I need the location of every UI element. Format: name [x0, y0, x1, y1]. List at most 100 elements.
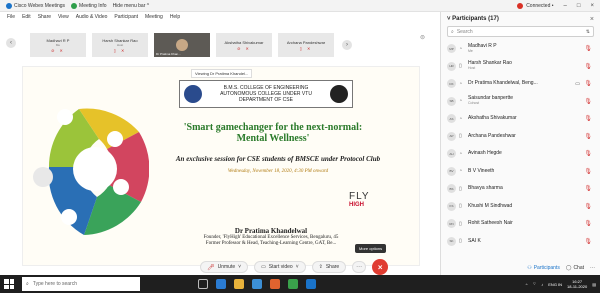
more-icon[interactable]: ⋯ — [590, 265, 595, 271]
clock[interactable]: 16:27 18-11-2020 — [567, 279, 587, 289]
muted-mic-icon[interactable]: 🎙︎ — [584, 168, 592, 175]
menu-view[interactable]: View — [58, 14, 69, 20]
muted-mic-icon[interactable]: 🎙︎ — [584, 238, 592, 245]
layout-menu-icon[interactable]: ⊜ — [420, 34, 425, 41]
department-logo-icon — [330, 85, 348, 103]
participant-row[interactable]: SB ◔ Saisundar banpertte Cohost 🎙︎ — [441, 93, 600, 111]
flyhigh-logo: FLY HIGH — [349, 191, 385, 219]
thumbnail-madhavi[interactable]: Madhavi R P Me ⊘ ✕ — [30, 33, 86, 57]
share-label: Share — [325, 264, 340, 270]
minimize-icon[interactable]: – — [564, 3, 567, 9]
name-text: Akshatha Shivakumar — [468, 115, 517, 122]
avatar: BV — [447, 166, 456, 176]
hide-menu-bar-button[interactable]: Hide menu bar ^ — [113, 3, 150, 9]
start-video-button[interactable]: ▭ Start video ˅ — [254, 261, 306, 273]
chat-tab[interactable]: ◯ Chat — [566, 265, 584, 271]
taskbar-search-placeholder: Type here to search — [32, 281, 78, 287]
thumbnail-archana[interactable]: Archana Pandeshwar ▯ ✕ — [278, 33, 334, 57]
slide-headline: 'Smart gamechanger for the next-normal: … — [133, 122, 413, 144]
participant-row[interactable]: DK ◔ Dr Pratima Khandelwal, Beng... ▭ 🎙︎ — [441, 75, 600, 93]
mic-icon[interactable]: 🎙︎ — [584, 80, 592, 87]
task-view-icon[interactable] — [198, 279, 208, 289]
participants-tab-label: Participants — [533, 265, 560, 271]
taskbar-search[interactable]: ⌕ Type here to search — [22, 277, 140, 291]
muted-mic-icon[interactable]: 🎙︎ — [584, 220, 592, 227]
muted-mic-icon[interactable]: 🎙︎ — [584, 133, 592, 140]
tab-label: Cisco Webex Meetings — [14, 2, 66, 9]
share-icon: ⇪ — [318, 264, 323, 270]
muted-mic-icon: ⊘ ✕ — [237, 45, 251, 51]
menu-edit[interactable]: Edit — [22, 14, 31, 20]
avatar: AH — [447, 149, 456, 159]
strip-prev-button[interactable]: ‹ — [6, 38, 16, 48]
headline-line: Mental Wellness' — [236, 133, 310, 144]
participant-row[interactable]: MP ◔ Madhavi R P Me 🎙︎ — [441, 40, 600, 58]
college-banner: B.M.S. COLLEGE OF ENGINEERING AUTONOMOUS… — [179, 80, 353, 108]
menu-audio-video[interactable]: Audio & Video — [76, 14, 108, 20]
participant-row[interactable]: BV ◔ B V Vineeth 🎙︎ — [441, 163, 600, 181]
tab-meeting-info[interactable]: Meeting Info — [71, 2, 107, 9]
strip-next-button[interactable]: › — [342, 40, 352, 50]
notification-icon[interactable]: ▤ — [592, 282, 596, 287]
participant-name: Harsh Shankar Rao Host — [468, 61, 512, 71]
office-icon[interactable] — [270, 279, 280, 289]
menu-file[interactable]: File — [7, 14, 15, 20]
tray-arrow-icon[interactable]: ^ — [526, 282, 528, 287]
menu-participant[interactable]: Participant — [114, 14, 138, 20]
more-options-button[interactable]: ··· — [352, 261, 367, 273]
logo-high: HIGH — [349, 202, 364, 208]
participant-row[interactable]: RN ▯ Rohit Satheesh Nair 🎙︎ — [441, 215, 600, 233]
muted-mic-icon[interactable]: 🎙︎ — [584, 45, 592, 52]
file-explorer-icon[interactable] — [234, 279, 244, 289]
store-icon[interactable] — [252, 279, 262, 289]
participant-row[interactable]: HR ▯ Harsh Shankar Rao Host 🎙︎ — [441, 58, 600, 76]
participant-name: Dr Pratima Khandelwal, Beng... — [468, 81, 538, 86]
participant-row[interactable]: SK ▯ SAI K 🎙︎ — [441, 233, 600, 251]
muted-mic-icon[interactable]: 🎙︎ — [584, 203, 592, 210]
connection-label: Connected • — [526, 3, 554, 9]
close-panel-icon[interactable]: × — [590, 16, 594, 23]
participant-name: Bhavya sharma — [468, 186, 503, 191]
chevron-down-icon[interactable]: ˅ — [238, 264, 241, 270]
muted-mic-icon[interactable]: 🎙︎ — [584, 150, 592, 157]
participant-row[interactable]: AS ◔ Akshatha Shivakumar 🎙︎ — [441, 110, 600, 128]
participants-tab[interactable]: ⚇ Participants — [527, 265, 560, 271]
muted-mic-icon[interactable]: 🎙︎ — [584, 185, 592, 192]
unmute-button[interactable]: 🎤︎ Unmute ˅ — [200, 261, 249, 273]
menu-help[interactable]: Help — [170, 14, 180, 20]
participant-row[interactable]: AH ◔ Avinash Hegde 🎙︎ — [441, 145, 600, 163]
logo-fly: FLY — [349, 191, 370, 202]
network-icon[interactable]: ⌔ — [533, 281, 537, 287]
muted-mic-icon[interactable]: 🎙︎ — [584, 63, 592, 70]
avatar: AS — [447, 114, 456, 124]
language-indicator[interactable]: ENG IN — [548, 282, 562, 287]
volume-icon[interactable]: ♪ — [541, 282, 543, 287]
headset-icon: ◔ — [459, 98, 463, 105]
search-icon: ⌕ — [451, 28, 454, 35]
menu-share[interactable]: Share — [38, 14, 51, 20]
participant-row[interactable]: BS ▯ Bhavya sharma 🎙︎ — [441, 180, 600, 198]
chrome-icon[interactable] — [288, 279, 298, 289]
windows-start-icon[interactable] — [4, 279, 14, 289]
end-meeting-button[interactable]: × — [372, 259, 389, 275]
tab-webex-meetings[interactable]: Cisco Webex Meetings — [6, 2, 66, 9]
participant-search[interactable]: ⌕ Search ⇅ — [447, 26, 594, 37]
thumbnail-harsh[interactable]: Harsh Shankar Rao Host ▯ ✕ — [92, 33, 148, 57]
edge-icon[interactable] — [216, 279, 226, 289]
participant-row[interactable]: AP ▯ Archana Pandeshwar 🎙︎ — [441, 128, 600, 146]
muted-mic-icon: ▯ ✕ — [113, 47, 127, 53]
connection-status[interactable]: Connected • — [517, 3, 554, 9]
thumbnail-akshatha[interactable]: Akshatha Shivakumar ⊘ ✕ — [216, 33, 272, 57]
participant-row[interactable]: KS ▯ Khushi M Sindhwad 🎙︎ — [441, 198, 600, 216]
webex-taskbar-icon[interactable] — [306, 279, 316, 289]
menu-meeting[interactable]: Meeting — [145, 14, 163, 20]
name-text: Archana Pandeshwar — [468, 132, 516, 139]
maximize-icon[interactable]: □ — [577, 3, 581, 9]
close-icon[interactable]: × — [590, 3, 594, 9]
thumbnail-pratima-video[interactable]: Dr Pratima Khan... — [154, 33, 210, 57]
muted-mic-icon[interactable]: 🎙︎ — [584, 115, 592, 122]
muted-mic-icon[interactable]: 🎙︎ — [584, 98, 592, 105]
sort-icon[interactable]: ⇅ — [586, 29, 590, 35]
chevron-down-icon[interactable]: ˅ — [296, 264, 299, 270]
share-button[interactable]: ⇪ Share — [311, 261, 347, 273]
